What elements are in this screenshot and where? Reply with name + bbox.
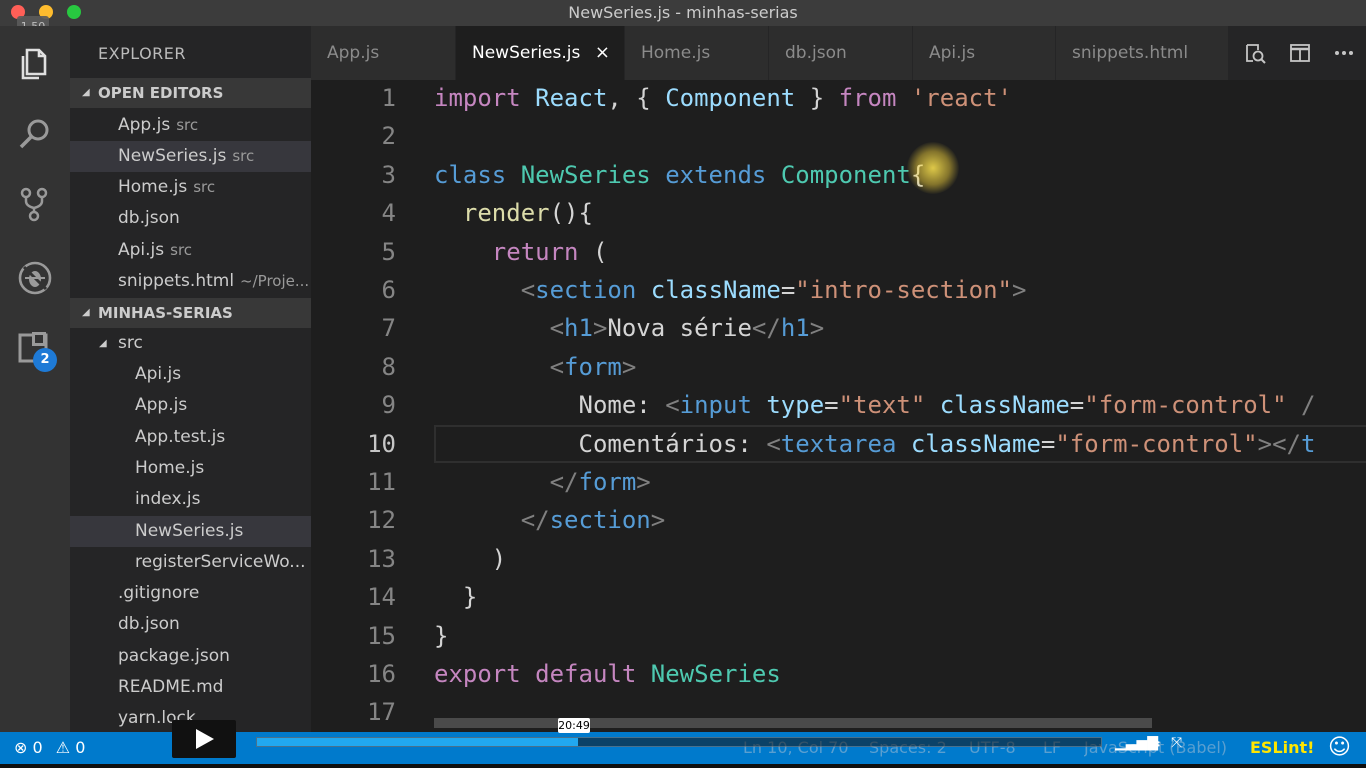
search-icon[interactable] — [15, 114, 55, 154]
error-icon: ⊗ — [14, 738, 28, 757]
line-number: 16 — [367, 660, 396, 688]
feedback-smiley-icon[interactable]: ☺ — [1328, 732, 1351, 764]
chevron-down-icon: ◢ — [82, 307, 90, 318]
folder-src[interactable]: ◢ src — [70, 328, 311, 359]
explorer-title: EXPLORER — [98, 44, 186, 63]
line-number: 11 — [367, 468, 396, 496]
file-item[interactable]: db.json — [70, 609, 311, 640]
editor-actions — [1229, 26, 1366, 80]
mouse-cursor-highlight — [907, 142, 959, 194]
extensions-badge: 2 — [33, 348, 57, 372]
line-number: 15 — [367, 621, 396, 650]
close-icon[interactable]: × — [595, 26, 610, 80]
code-line[interactable]: } — [434, 617, 448, 655]
code-editor[interactable]: 1 2 3 4 5 6 7 8 9 10 11 12 13 14 15 16 17 import React, … — [311, 80, 1366, 732]
line-number: 6 — [381, 276, 396, 304]
tab-newseries-js[interactable]: NewSeries.js × — [456, 26, 625, 80]
activity-bar: 2 — [0, 26, 70, 732]
editor-tab-bar: App.js NewSeries.js × Home.js db.json Api… — [311, 26, 1366, 80]
open-editor-item[interactable]: Api.js src — [70, 235, 311, 266]
video-progress-bar[interactable] — [256, 737, 1102, 747]
open-editor-item[interactable]: App.js src — [70, 110, 311, 141]
line-number: 12 — [367, 506, 396, 535]
open-editor-item[interactable]: Home.js src — [70, 172, 311, 203]
tab-app-js[interactable]: App.js — [311, 26, 456, 80]
settings-icon[interactable]: ⚙ — [1146, 735, 1161, 755]
split-editor-icon[interactable] — [1289, 42, 1311, 64]
file-item[interactable]: registerServiceWo... — [70, 547, 311, 578]
line-number: 14 — [367, 583, 396, 612]
code-line[interactable]: return ( — [434, 233, 608, 271]
tab-snippets-html[interactable]: snippets.html — [1056, 26, 1229, 80]
video-time-tooltip: 20:49 — [558, 718, 590, 733]
line-number: 2 — [381, 122, 396, 151]
open-editors-label: OPEN EDITORS — [98, 84, 224, 102]
errors-indicator[interactable]: ⊗ 0 ⚠ 0 — [14, 732, 85, 764]
line-number: 5 — [381, 237, 396, 266]
line-number: 1 — [381, 84, 396, 112]
line-number: 8 — [381, 352, 396, 381]
code-line[interactable]: <form> — [434, 348, 637, 386]
more-actions-icon[interactable] — [1333, 42, 1355, 64]
line-number: 9 — [381, 391, 396, 420]
code-line[interactable]: </section> — [434, 501, 666, 539]
project-section[interactable]: ◢ MINHAS-SERIAS — [70, 298, 311, 328]
open-preview-icon[interactable] — [1244, 42, 1266, 64]
open-editor-item[interactable]: snippets.html ~/Proje... — [70, 266, 311, 297]
code-line[interactable]: class NewSeries extends Component{ — [434, 156, 925, 194]
project-label: MINHAS-SERIAS — [98, 304, 233, 322]
line-number: 17 — [367, 698, 396, 727]
line-number: 4 — [381, 199, 396, 228]
horizontal-scrollbar[interactable] — [434, 718, 1152, 728]
play-button[interactable] — [172, 720, 236, 758]
source-control-icon[interactable] — [15, 184, 55, 224]
code-line[interactable]: Comentários: <textarea className="form-c… — [434, 425, 1315, 463]
explorer-sidebar: EXPLORER ◢ OPEN EDITORS App.js src NewSer… — [70, 26, 311, 732]
file-item[interactable]: Home.js — [70, 453, 311, 484]
play-icon — [196, 729, 214, 749]
file-item[interactable]: Api.js — [70, 359, 311, 390]
tab-home-js[interactable]: Home.js — [625, 26, 769, 80]
file-item[interactable]: README.md — [70, 672, 311, 703]
warning-icon: ⚠ — [55, 738, 71, 757]
line-number: 3 — [381, 160, 396, 189]
code-line[interactable]: <section className="intro-section"> — [434, 271, 1027, 309]
file-item[interactable]: .gitignore — [70, 578, 311, 609]
chevron-down-icon: ◢ — [99, 338, 107, 349]
window-title: NewSeries.js - minhas-serias — [568, 3, 798, 22]
file-item[interactable]: App.js — [70, 390, 311, 421]
title-bar: NewSeries.js - minhas-serias — [0, 0, 1366, 26]
code-line[interactable]: <h1>Nova série</h1> — [434, 309, 825, 347]
file-item[interactable]: package.json — [70, 641, 311, 672]
code-line[interactable]: </form> — [434, 463, 651, 501]
open-editors-section[interactable]: ◢ OPEN EDITORS — [70, 78, 311, 108]
open-editor-item[interactable]: db.json — [70, 203, 311, 234]
open-editor-item[interactable]: NewSeries.js src — [70, 141, 311, 172]
code-line[interactable]: ) — [434, 540, 506, 578]
debug-icon[interactable] — [15, 258, 55, 298]
chevron-down-icon: ◢ — [82, 87, 90, 98]
tab-db-json[interactable]: db.json — [769, 26, 913, 80]
code-line[interactable]: export default NewSeries — [434, 655, 781, 693]
file-item[interactable]: App.test.js — [70, 422, 311, 453]
code-line[interactable]: import React, { Component } from 'react' — [434, 80, 1012, 117]
bottom-strip — [0, 764, 1366, 768]
files-icon[interactable] — [15, 44, 55, 84]
code-line[interactable]: } — [434, 578, 477, 616]
code-line[interactable]: render(){ — [434, 194, 593, 232]
line-number: 10 — [367, 429, 396, 458]
line-number: 7 — [381, 314, 396, 343]
video-progress-fill — [257, 738, 578, 746]
fullscreen-icon[interactable]: ⤧ — [1171, 735, 1182, 751]
file-item[interactable]: NewSeries.js — [70, 516, 311, 547]
tab-api-js[interactable]: Api.js — [913, 26, 1056, 80]
code-line[interactable]: Nome: <input type="text" className="form… — [434, 386, 1315, 424]
file-item[interactable]: index.js — [70, 484, 311, 515]
eslint-status[interactable]: ESLint! — [1250, 732, 1314, 764]
line-number: 13 — [367, 544, 396, 573]
